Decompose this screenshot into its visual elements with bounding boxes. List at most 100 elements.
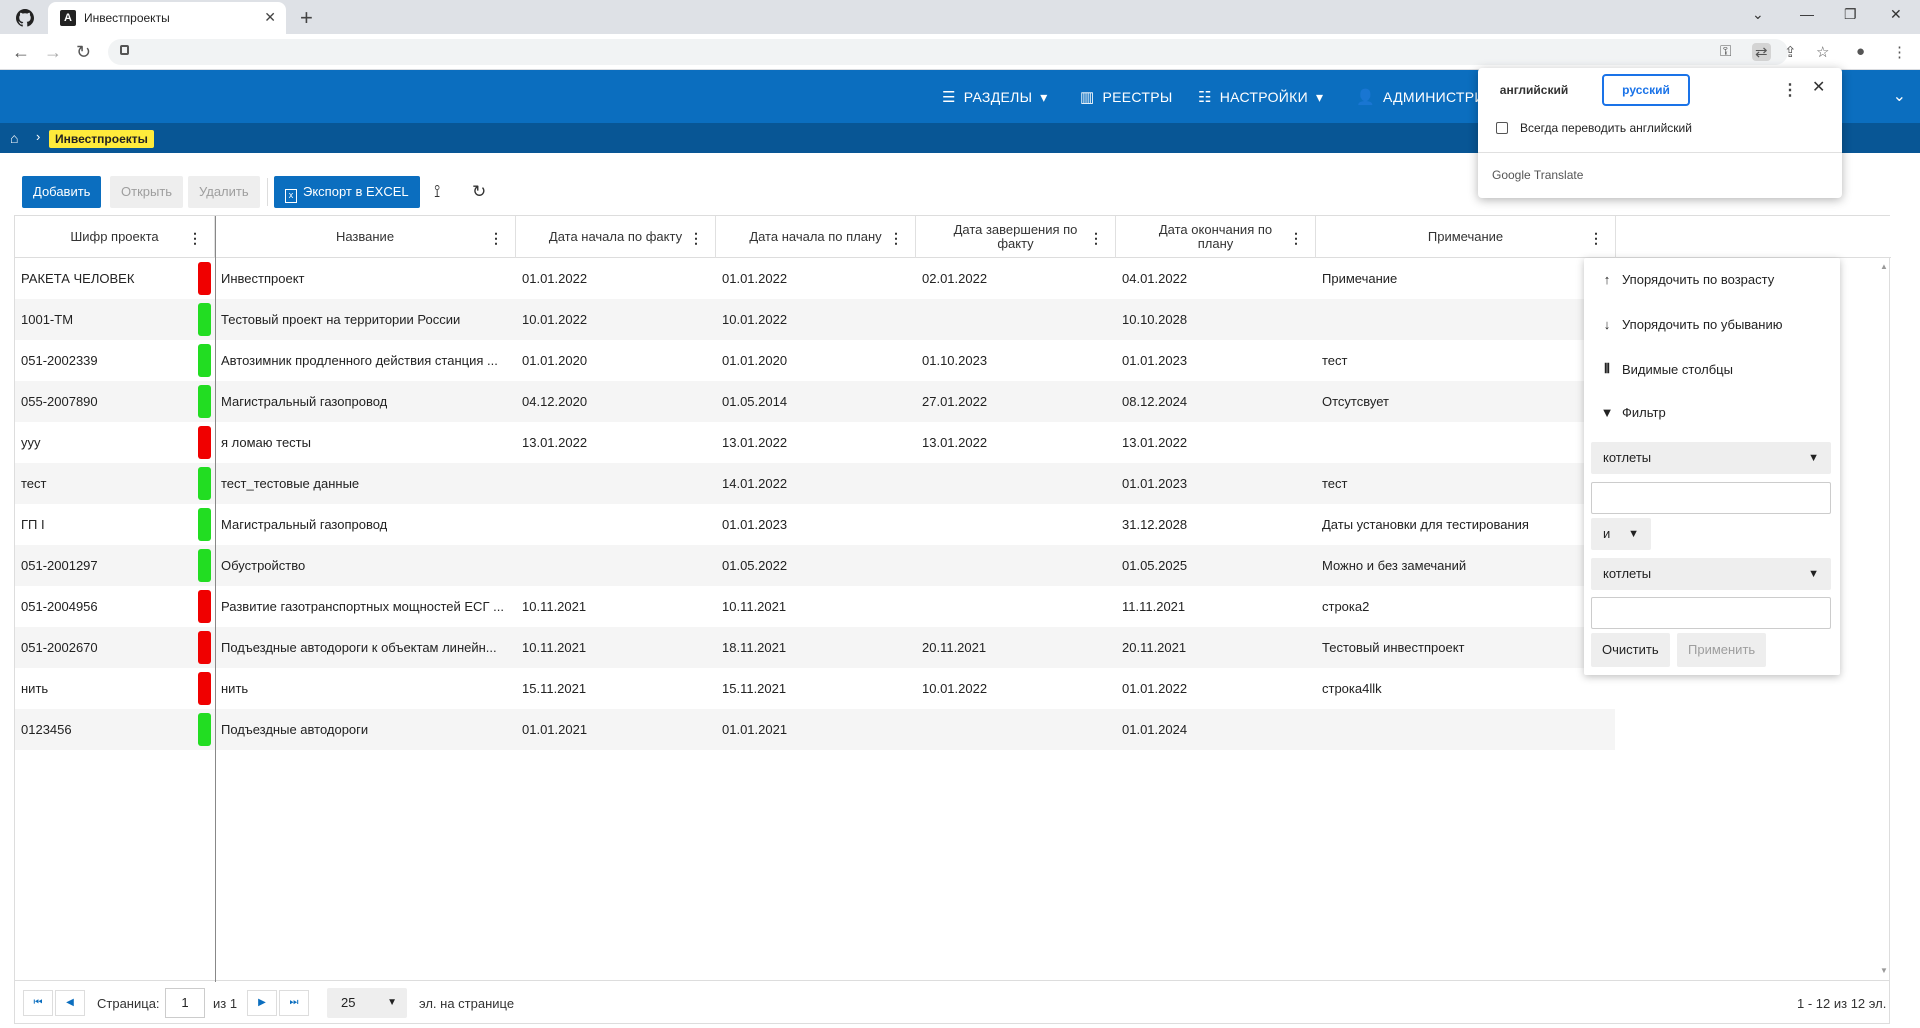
cell-end-fact[interactable] <box>916 586 1112 627</box>
column-menu-icon[interactable]: ⋮ <box>1289 231 1303 245</box>
cell-name[interactable]: я ломаю тесты <box>215 422 511 463</box>
scroll-up-icon[interactable]: ▲ <box>1880 262 1888 271</box>
cell-start-plan[interactable]: 01.01.2023 <box>716 504 912 545</box>
cell-start-plan[interactable]: 01.01.2022 <box>716 258 912 299</box>
cell-code[interactable]: 0123456 <box>15 709 185 750</box>
cell-end-fact[interactable]: 27.01.2022 <box>916 381 1112 422</box>
open-button[interactable]: Открыть <box>110 176 184 208</box>
cell-start-fact[interactable] <box>516 504 712 545</box>
cell-note[interactable]: тест <box>1316 463 1612 504</box>
next-page-icon[interactable]: ▶ <box>247 990 277 1016</box>
filter-value-1-input[interactable] <box>1591 482 1831 514</box>
cell-start-fact[interactable]: 10.01.2022 <box>516 299 712 340</box>
cell-note[interactable]: Можно и без замечаний <box>1316 545 1612 586</box>
column-header-start-plan[interactable]: Дата начала по плану ⋮ <box>716 216 916 258</box>
cell-code[interactable]: ууу <box>15 422 185 463</box>
share-icon[interactable]: ⇪ <box>1784 43 1797 61</box>
cell-end-fact[interactable] <box>916 299 1112 340</box>
delete-button[interactable]: Удалить <box>188 176 260 208</box>
reload-icon[interactable]: ↻ <box>76 42 91 63</box>
star-icon[interactable]: ☆ <box>1816 43 1829 61</box>
cell-start-plan[interactable]: 01.01.2020 <box>716 340 912 381</box>
cell-end-plan[interactable]: 01.01.2024 <box>1116 709 1312 750</box>
column-header-end-fact[interactable]: Дата завершения по факту ⋮ <box>916 216 1116 258</box>
cell-start-plan[interactable]: 18.11.2021 <box>716 627 912 668</box>
cell-end-fact[interactable]: 20.11.2021 <box>916 627 1112 668</box>
translate-icon[interactable]: ⇄ <box>1752 43 1771 61</box>
cell-note[interactable]: строка2 <box>1316 586 1612 627</box>
always-translate-checkbox[interactable] <box>1496 122 1508 134</box>
clear-filter-button[interactable]: Очистить <box>1591 633 1670 667</box>
cell-start-fact[interactable]: 01.01.2022 <box>516 258 712 299</box>
translate-source-lang[interactable]: английский <box>1488 74 1580 106</box>
cell-name[interactable]: Тестовый проект на территории России <box>215 299 511 340</box>
first-page-icon[interactable]: ⏮ <box>23 990 53 1016</box>
filter-item[interactable]: ▼ Фильтр <box>1600 405 1666 420</box>
nav-settings[interactable]: ☷ НАСТРОЙКИ ▾ <box>1198 88 1323 107</box>
cell-start-fact[interactable]: 10.11.2021 <box>516 627 712 668</box>
cell-name[interactable]: Магистральный газопровод <box>215 381 511 422</box>
github-icon[interactable] <box>16 9 34 27</box>
cell-end-plan[interactable]: 11.11.2021 <box>1116 586 1312 627</box>
column-menu-icon[interactable]: ⋮ <box>689 231 703 245</box>
cell-end-fact[interactable]: 02.01.2022 <box>916 258 1112 299</box>
column-menu-icon[interactable]: ⋮ <box>1089 231 1103 245</box>
cell-end-fact[interactable] <box>916 709 1112 750</box>
restore-icon[interactable]: ❐ <box>1844 6 1857 23</box>
apply-filter-button[interactable]: Применить <box>1677 633 1767 667</box>
table-row[interactable]: 055-2007890 Магистральный газопровод 04.12… <box>15 381 1615 422</box>
cell-start-fact[interactable]: 10.11.2021 <box>516 586 712 627</box>
cell-end-plan[interactable]: 04.01.2022 <box>1116 258 1312 299</box>
cell-end-plan[interactable]: 13.01.2022 <box>1116 422 1312 463</box>
column-menu-icon[interactable]: ⋮ <box>1589 231 1603 245</box>
cell-start-fact[interactable]: 15.11.2021 <box>516 668 712 709</box>
table-row[interactable]: 0123456 Подъездные автодороги 01.01.2021 01… <box>15 709 1615 750</box>
table-row[interactable]: РАКЕТА ЧЕЛОВЕК Инвестпроект 01.01.2022 01.0… <box>15 258 1615 299</box>
cell-code[interactable]: 051-2001297 <box>15 545 185 586</box>
table-row[interactable]: 1001-ТМ Тестовый проект на территории Рос… <box>15 299 1615 340</box>
last-page-icon[interactable]: ⏭ <box>279 990 309 1016</box>
sort-desc-item[interactable]: ↓ Упорядочить по убыванию <box>1600 317 1783 332</box>
cell-name[interactable]: Подъездные автодороги к объектам линейн.… <box>215 627 511 668</box>
cell-code[interactable]: 055-2007890 <box>15 381 185 422</box>
cell-note[interactable]: Тестовый инвестпроект <box>1316 627 1612 668</box>
cell-start-fact[interactable] <box>516 545 712 586</box>
cell-start-fact[interactable] <box>516 463 712 504</box>
column-header-end-plan[interactable]: Дата окончания по плану ⋮ <box>1116 216 1316 258</box>
close-window-icon[interactable]: ✕ <box>1890 6 1902 23</box>
nav-admin[interactable]: 👤 АДМИНИСТРИ <box>1356 88 1485 106</box>
table-row[interactable]: ууу я ломаю тесты 13.01.2022 13.01.2022 13.0… <box>15 422 1615 463</box>
page-input[interactable]: 1 <box>165 988 205 1018</box>
cell-note[interactable]: Отсутсвует <box>1316 381 1612 422</box>
filter-operator-select[interactable]: и ▼ <box>1591 518 1651 550</box>
cell-end-plan[interactable]: 01.01.2023 <box>1116 463 1312 504</box>
table-row[interactable]: 051-2001297 Обустройство 01.05.2022 01.05.2… <box>15 545 1615 586</box>
cell-end-plan[interactable]: 01.01.2022 <box>1116 668 1312 709</box>
table-row[interactable]: 051-2004956 Развитие газотранспортных мощ… <box>15 586 1615 627</box>
cell-end-fact[interactable]: 10.01.2022 <box>916 668 1112 709</box>
visible-columns-item[interactable]: ⦀ Видимые столбцы <box>1600 361 1733 377</box>
cell-code[interactable]: нить <box>15 668 185 709</box>
filter-condition-2-select[interactable]: котлеты ▼ <box>1591 558 1831 590</box>
cell-start-fact[interactable]: 01.01.2020 <box>516 340 712 381</box>
cell-name[interactable]: Инвестпроект <box>215 258 511 299</box>
cell-end-plan[interactable]: 20.11.2021 <box>1116 627 1312 668</box>
cell-start-plan[interactable]: 10.11.2021 <box>716 586 912 627</box>
page-size-select[interactable]: 25 ▼ <box>327 988 407 1018</box>
cell-name[interactable]: Подъездные автодороги <box>215 709 511 750</box>
cell-start-plan[interactable]: 14.01.2022 <box>716 463 912 504</box>
back-icon[interactable]: ← <box>12 42 30 63</box>
cell-start-plan[interactable]: 01.05.2014 <box>716 381 912 422</box>
column-menu-icon[interactable]: ⋮ <box>188 231 202 245</box>
add-button[interactable]: Добавить <box>22 176 102 208</box>
table-row[interactable]: 051-2002670 Подъездные автодороги к объек… <box>15 627 1615 668</box>
forward-icon[interactable]: → <box>44 42 62 63</box>
sort-asc-item[interactable]: ↑ Упорядочить по возрасту <box>1600 272 1774 287</box>
cell-start-fact[interactable]: 04.12.2020 <box>516 381 712 422</box>
minimize-icon[interactable]: — <box>1800 6 1814 22</box>
cell-end-fact[interactable] <box>916 545 1112 586</box>
column-header-note[interactable]: Примечание ⋮ <box>1316 216 1616 258</box>
cell-end-fact[interactable] <box>916 463 1112 504</box>
home-icon[interactable]: ⌂ <box>10 130 18 146</box>
nav-registries[interactable]: ▥ РЕЕСТРЫ <box>1080 88 1173 106</box>
